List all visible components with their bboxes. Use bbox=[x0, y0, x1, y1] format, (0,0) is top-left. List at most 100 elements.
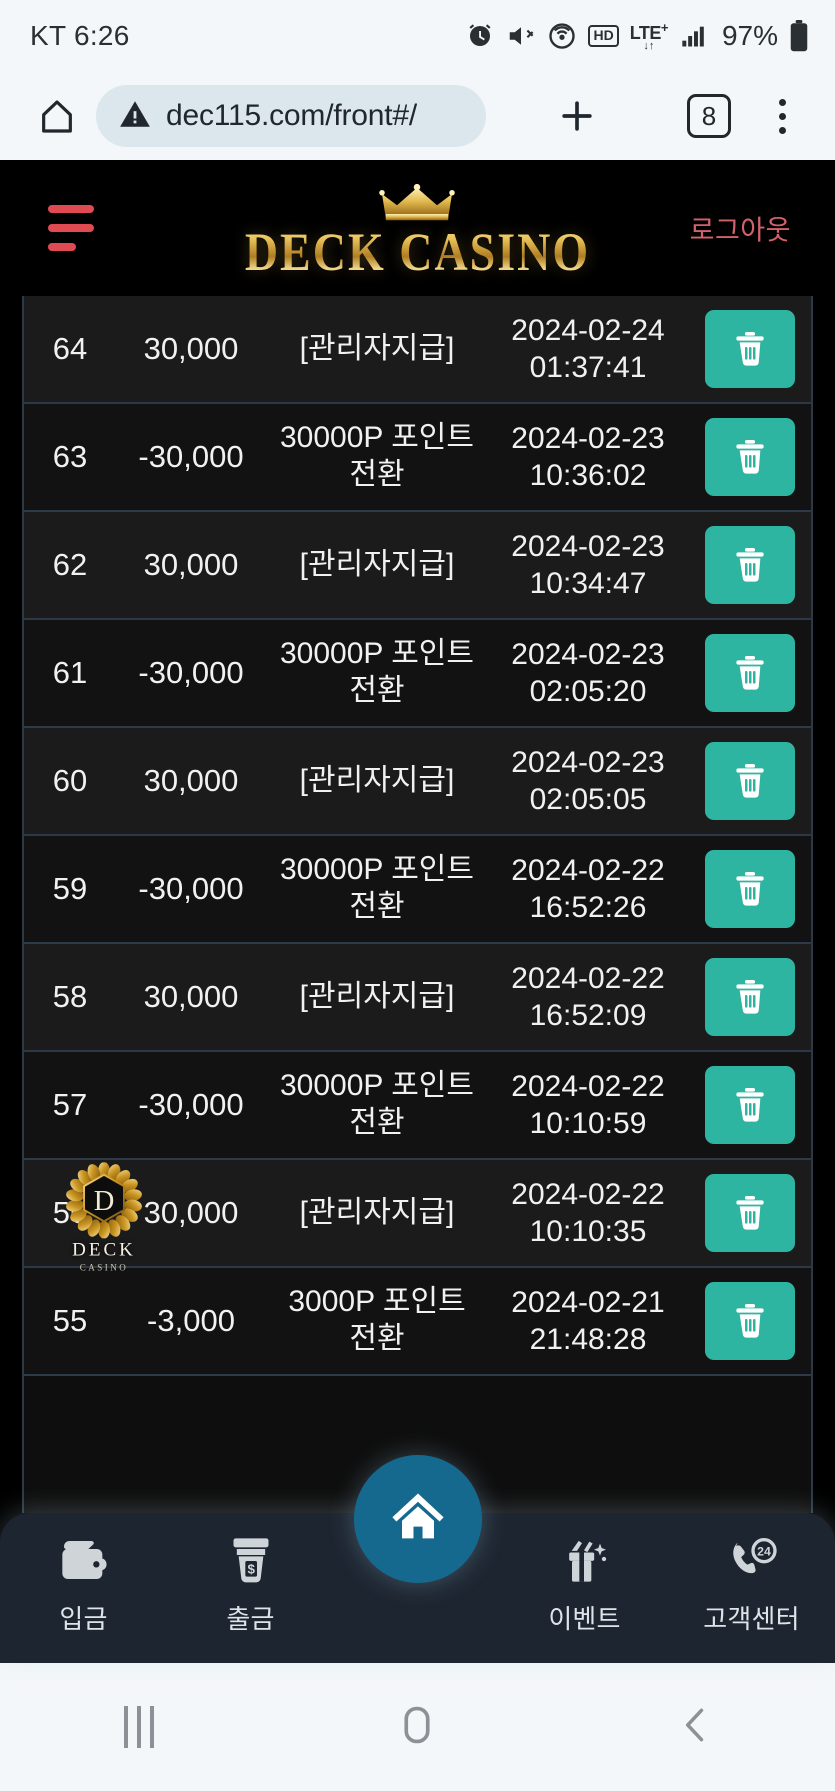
delete-row-button[interactable] bbox=[704, 1282, 795, 1360]
cell-action bbox=[688, 1160, 811, 1266]
delete-row-button[interactable] bbox=[704, 418, 795, 496]
cell-description: 30000P 포인트 전환 bbox=[279, 1069, 475, 1139]
nav-item-home[interactable] bbox=[353, 1455, 482, 1583]
tab-switcher-button[interactable]: 8 bbox=[667, 94, 751, 138]
cell-description: 30000P 포인트 전환 bbox=[279, 637, 475, 707]
delete-row-button[interactable] bbox=[704, 1174, 795, 1252]
cell-action bbox=[688, 836, 811, 942]
carrier-and-time: KT 6:26 bbox=[30, 20, 130, 51]
browser-home-button[interactable] bbox=[26, 96, 88, 136]
not-secure-warning-icon bbox=[118, 97, 152, 136]
cell-id: 57 bbox=[52, 1087, 88, 1122]
cell-datetime: 2024-02-23 10:34:47 bbox=[511, 529, 665, 601]
nav-item-deposit[interactable]: 입금 bbox=[0, 1513, 167, 1636]
cell-action bbox=[688, 1052, 811, 1158]
cell-description: [관리자지급] bbox=[299, 763, 455, 797]
site-logo[interactable]: DECK CASINO bbox=[245, 183, 590, 282]
cell-id: 60 bbox=[52, 763, 88, 798]
table-row: 63 -30,000 30000P 포인트 전환 2024-02-23 10:36:02 bbox=[24, 404, 811, 512]
nav-item-withdraw[interactable]: $ 출금 bbox=[167, 1513, 334, 1636]
mute-icon bbox=[506, 21, 536, 51]
delete-row-button[interactable] bbox=[704, 958, 795, 1036]
trash-icon bbox=[730, 1299, 770, 1344]
delete-row-button[interactable] bbox=[704, 526, 795, 604]
browser-toolbar: dec115.com/front#/ 8 bbox=[0, 72, 835, 160]
cell-action bbox=[688, 296, 811, 402]
trash-icon bbox=[730, 543, 770, 588]
nav-label-event: 이벤트 bbox=[548, 1604, 621, 1634]
cell-amount: 30,000 bbox=[143, 331, 239, 366]
cell-id: 64 bbox=[52, 331, 88, 366]
hotspot-icon bbox=[547, 21, 577, 51]
cell-datetime: 2024-02-24 01:37:41 bbox=[511, 313, 665, 385]
trash-icon bbox=[730, 651, 770, 696]
android-nav-bar bbox=[0, 1663, 835, 1791]
home-square-icon bbox=[394, 1702, 440, 1753]
table-row: 61 -30,000 30000P 포인트 전환 2024-02-23 02:05:20 bbox=[24, 620, 811, 728]
cell-action bbox=[688, 944, 811, 1050]
nav-label-deposit: 입금 bbox=[59, 1604, 108, 1634]
cell-amount: 30,000 bbox=[143, 979, 239, 1014]
delete-row-button[interactable] bbox=[704, 634, 795, 712]
cell-datetime: 2024-02-22 10:10:35 bbox=[511, 1177, 665, 1249]
url-bar[interactable]: dec115.com/front#/ bbox=[96, 85, 486, 147]
cell-datetime: 2024-02-23 10:36:02 bbox=[511, 421, 665, 493]
site-header: DECK CASINO 로그아웃 bbox=[0, 160, 835, 296]
svg-text:24: 24 bbox=[757, 1545, 771, 1559]
browser-menu-button[interactable] bbox=[751, 98, 813, 134]
android-status-bar: KT 6:26 HD LTE+ ↓↑ 97% bbox=[0, 0, 835, 72]
atm-withdraw-icon: $ bbox=[224, 1535, 278, 1590]
alarm-icon bbox=[465, 21, 495, 51]
cell-id: 63 bbox=[52, 439, 88, 474]
android-recents-button[interactable] bbox=[79, 1663, 199, 1791]
table-row: D DECK CASINO 56 30,000 [관리자지급] 2024-02-22 10:1… bbox=[24, 1160, 811, 1272]
new-tab-button[interactable] bbox=[486, 94, 667, 138]
table-row: 58 30,000 [관리자지급] 2024-02-22 16:52:09 bbox=[24, 944, 811, 1052]
battery-icon bbox=[789, 20, 809, 52]
cell-id: 58 bbox=[52, 979, 88, 1014]
trash-icon bbox=[730, 975, 770, 1020]
cell-action bbox=[688, 728, 811, 834]
cell-amount: -30,000 bbox=[138, 439, 244, 474]
point-history-table: 64 30,000 [관리자지급] 2024-02-24 01:37:41 63 -30,0… bbox=[22, 296, 813, 1513]
cell-id: 62 bbox=[52, 547, 88, 582]
delete-row-button[interactable] bbox=[704, 850, 795, 928]
table-row: 55 -3,000 3000P 포인트 전환 2024-02-21 21:48:28 bbox=[24, 1268, 811, 1376]
cell-action bbox=[688, 512, 811, 618]
cell-amount: -30,000 bbox=[138, 655, 244, 690]
nav-item-support[interactable]: 24 고객센터 bbox=[668, 1513, 835, 1636]
cell-description: [관리자지급] bbox=[299, 979, 455, 1013]
cell-datetime: 2024-02-22 16:52:26 bbox=[511, 853, 665, 925]
nav-item-event[interactable]: 이벤트 bbox=[501, 1513, 668, 1636]
svg-text:$: $ bbox=[247, 1561, 255, 1576]
table-row: 60 30,000 [관리자지급] 2024-02-23 02:05:05 bbox=[24, 728, 811, 836]
signal-bars-icon bbox=[679, 22, 709, 50]
nav-label-support: 고객센터 bbox=[703, 1604, 800, 1634]
delete-row-button[interactable] bbox=[704, 310, 795, 388]
phone-24-support-icon: 24 bbox=[725, 1535, 779, 1590]
url-text: dec115.com/front#/ bbox=[166, 99, 417, 132]
phone-screen: KT 6:26 HD LTE+ ↓↑ 97% dec115.com/front#… bbox=[0, 0, 835, 1791]
hamburger-menu-icon[interactable] bbox=[48, 205, 94, 251]
trash-icon bbox=[730, 327, 770, 372]
cell-action bbox=[688, 1268, 811, 1374]
cell-description: [관리자지급] bbox=[299, 547, 455, 581]
overflow-menu-icon bbox=[778, 98, 786, 134]
home-icon bbox=[386, 1485, 450, 1554]
app-bottom-nav: 입금 $ 출금 이벤트 24 고객센터 bbox=[0, 1455, 835, 1663]
cell-action bbox=[688, 620, 811, 726]
cell-amount: 30,000 bbox=[143, 763, 239, 798]
logout-button[interactable]: 로그아웃 bbox=[690, 209, 791, 248]
android-back-button[interactable] bbox=[636, 1663, 756, 1791]
gift-event-icon bbox=[558, 1535, 612, 1590]
cell-description: [관리자지급] bbox=[299, 331, 455, 365]
nav-label-withdraw: 출금 bbox=[226, 1604, 275, 1634]
table-row: 57 -30,000 30000P 포인트 전환 2024-02-22 10:10:59 bbox=[24, 1052, 811, 1160]
cell-datetime: 2024-02-22 16:52:09 bbox=[511, 961, 665, 1033]
delete-row-button[interactable] bbox=[704, 1066, 795, 1144]
hd-icon: HD bbox=[588, 25, 619, 47]
cell-datetime: 2024-02-23 02:05:20 bbox=[511, 637, 665, 709]
delete-row-button[interactable] bbox=[704, 742, 795, 820]
android-home-button[interactable] bbox=[357, 1663, 477, 1791]
cell-description: 3000P 포인트 전환 bbox=[288, 1285, 466, 1355]
